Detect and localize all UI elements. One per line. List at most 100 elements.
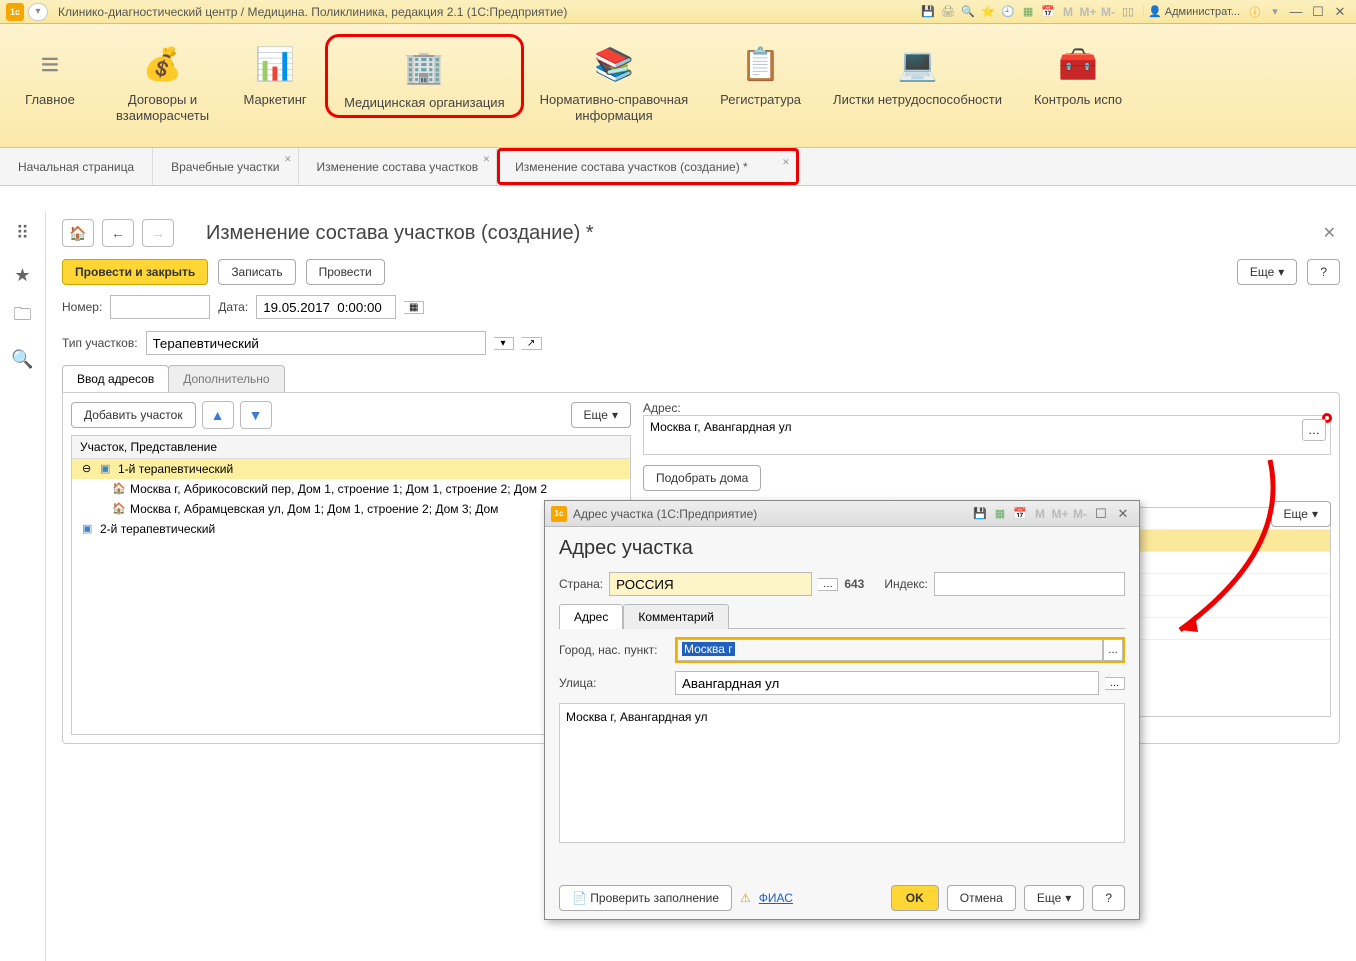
tab-change-composition-new[interactable]: Изменение состава участков (создание) *✕ (497, 148, 799, 185)
m-button[interactable]: M (1059, 4, 1077, 20)
ribbon-marketing[interactable]: 📊 Маркетинг (225, 34, 325, 112)
back-button[interactable]: ← (102, 219, 134, 247)
close-button[interactable]: ✕ (1330, 4, 1350, 20)
close-icon[interactable]: ✕ (284, 154, 292, 165)
address-open-button[interactable]: … (1302, 419, 1326, 441)
calc-icon[interactable]: ▦ (1019, 4, 1037, 20)
country-input[interactable] (609, 572, 812, 596)
move-up-button[interactable]: ▲ (202, 401, 234, 429)
post-and-close-button[interactable]: Провести и закрыть (62, 259, 208, 285)
forward-button[interactable]: → (142, 219, 174, 247)
clipboard-icon[interactable]: 🗀 (11, 305, 35, 329)
search-icon[interactable]: 🔍 (11, 347, 35, 371)
dialog-maximize-button[interactable]: ☐ (1091, 506, 1111, 522)
close-page-button[interactable]: ✕ (1319, 219, 1340, 247)
street-open-button[interactable]: … (1105, 677, 1125, 690)
ribbon-reference[interactable]: 📚 Нормативно-справочнаяинформация (524, 34, 705, 128)
save-icon[interactable]: 💾 (971, 506, 989, 522)
left-more-button[interactable]: Еще ▾ (571, 402, 631, 428)
m-minus-button[interactable]: M- (1099, 4, 1117, 20)
maximize-button[interactable]: ☐ (1308, 4, 1328, 20)
apps-icon[interactable]: ⠿ (11, 221, 35, 245)
cancel-button[interactable]: Отмена (947, 885, 1016, 911)
move-down-button[interactable]: ▼ (240, 401, 272, 429)
dialog-tab-address[interactable]: Адрес (559, 604, 623, 629)
help-button[interactable]: ? (1307, 259, 1340, 285)
ribbon-main[interactable]: ≡ Главное (0, 34, 100, 112)
star-icon[interactable]: ★ (11, 263, 35, 287)
city-open-button[interactable]: … (1103, 639, 1123, 661)
more-button[interactable]: Еще ▾ (1237, 259, 1297, 285)
print-icon[interactable]: 🖨 (939, 4, 957, 20)
warning-icon: ⚠ (740, 891, 751, 905)
user-label[interactable]: 👤 Администрат... (1143, 5, 1244, 18)
tree-row-address-1[interactable]: 🏠 Москва г, Абрикосовский пер, Дом 1, ст… (72, 479, 630, 499)
type-row: Тип участков: ▾ ↗ (46, 325, 1356, 361)
date-label: Дата: (218, 300, 248, 314)
type-dropdown-button[interactable]: ▾ (494, 337, 514, 350)
country-open-button[interactable]: … (818, 578, 838, 591)
type-input[interactable] (146, 331, 486, 355)
post-button[interactable]: Провести (306, 259, 385, 285)
number-input[interactable] (110, 295, 210, 319)
save-icon[interactable]: 💾 (919, 4, 937, 20)
info-dropdown[interactable]: ▾ (1266, 4, 1284, 20)
address-box: Москва г, Авангардная ул … (643, 415, 1331, 455)
minimize-button[interactable]: — (1286, 4, 1306, 19)
tab-change-composition[interactable]: Изменение состава участков✕ (299, 148, 498, 185)
ribbon-sickleave[interactable]: 💻 Листки нетрудоспособности (817, 34, 1018, 112)
collapse-icon[interactable]: ⊖ (82, 462, 96, 476)
info-icon[interactable]: ⓘ (1246, 4, 1264, 20)
check-button[interactable]: 📄 Проверить заполнение (559, 885, 732, 911)
address-value: Москва г, Авангардная ул (650, 420, 792, 434)
dialog-more-button[interactable]: Еще ▾ (1024, 885, 1084, 911)
m-plus-button[interactable]: M+ (1051, 506, 1069, 522)
close-icon[interactable]: ✕ (483, 154, 491, 165)
dialog-heading: Адрес участка (559, 537, 1125, 560)
save-button[interactable]: Записать (218, 259, 295, 285)
m-plus-button[interactable]: M+ (1079, 4, 1097, 20)
calendar-icon[interactable]: 📅 (1011, 506, 1029, 522)
action-row: Провести и закрыть Записать Провести Еще… (46, 255, 1356, 289)
close-icon[interactable]: ✕ (782, 157, 790, 168)
tab-districts[interactable]: Врачебные участки✕ (153, 148, 298, 185)
ribbon-registry[interactable]: 📋 Регистратура (704, 34, 817, 112)
date-picker-button[interactable]: ▦ (404, 301, 424, 314)
dialog-help-button[interactable]: ? (1092, 885, 1125, 911)
calc-icon[interactable]: ▦ (991, 506, 1009, 522)
laptop-icon: 💻 (894, 42, 942, 86)
ribbon-med-org[interactable]: 🏢 Медицинская организация (325, 34, 524, 118)
fias-link[interactable]: ФИАС (759, 891, 793, 905)
m-minus-button[interactable]: M- (1071, 506, 1089, 522)
address-icon: 🏠 (112, 502, 126, 516)
history-icon[interactable]: 🕘 (999, 4, 1017, 20)
tab-home[interactable]: Начальная страница (0, 148, 153, 185)
ok-button[interactable]: OK (891, 885, 939, 911)
dialog-tab-comment[interactable]: Комментарий (623, 604, 729, 629)
left-toolbar: Добавить участок ▲ ▼ Еще ▾ (71, 401, 631, 429)
type-label: Тип участков: (62, 336, 138, 350)
ribbon-control[interactable]: 🧰 Контроль испо (1018, 34, 1138, 112)
tree-row-district-1[interactable]: ⊖ ▣ 1-й терапевтический (72, 459, 630, 479)
ribbon-contracts[interactable]: 💰 Договоры ивзаиморасчеты (100, 34, 225, 128)
calendar-icon[interactable]: 📅 (1039, 4, 1057, 20)
street-input[interactable] (675, 671, 1099, 695)
m-button[interactable]: M (1031, 506, 1049, 522)
country-label: Страна: (559, 577, 603, 591)
add-district-button[interactable]: Добавить участок (71, 402, 196, 428)
favorite-icon[interactable]: ⭐ (979, 4, 997, 20)
dialog-close-button[interactable]: ✕ (1113, 506, 1133, 522)
nav-dropdown-button[interactable]: ▾ (28, 3, 48, 21)
date-input[interactable] (256, 295, 396, 319)
home-button[interactable]: 🏠 (62, 219, 94, 247)
windows-icon[interactable]: ▯▯ (1119, 4, 1137, 20)
type-open-button[interactable]: ↗ (522, 337, 542, 350)
index-input[interactable] (934, 572, 1125, 596)
preview-icon[interactable]: 🔍 (959, 4, 977, 20)
subtab-additional[interactable]: Дополнительно (168, 365, 284, 392)
country-row: Страна: … 643 Индекс: (559, 572, 1125, 596)
subtab-addresses[interactable]: Ввод адресов (62, 365, 169, 392)
pick-houses-button[interactable]: Подобрать дома (643, 465, 761, 491)
right-more-button[interactable]: Еще ▾ (1271, 501, 1331, 527)
city-input[interactable]: Москва г (677, 639, 1103, 661)
